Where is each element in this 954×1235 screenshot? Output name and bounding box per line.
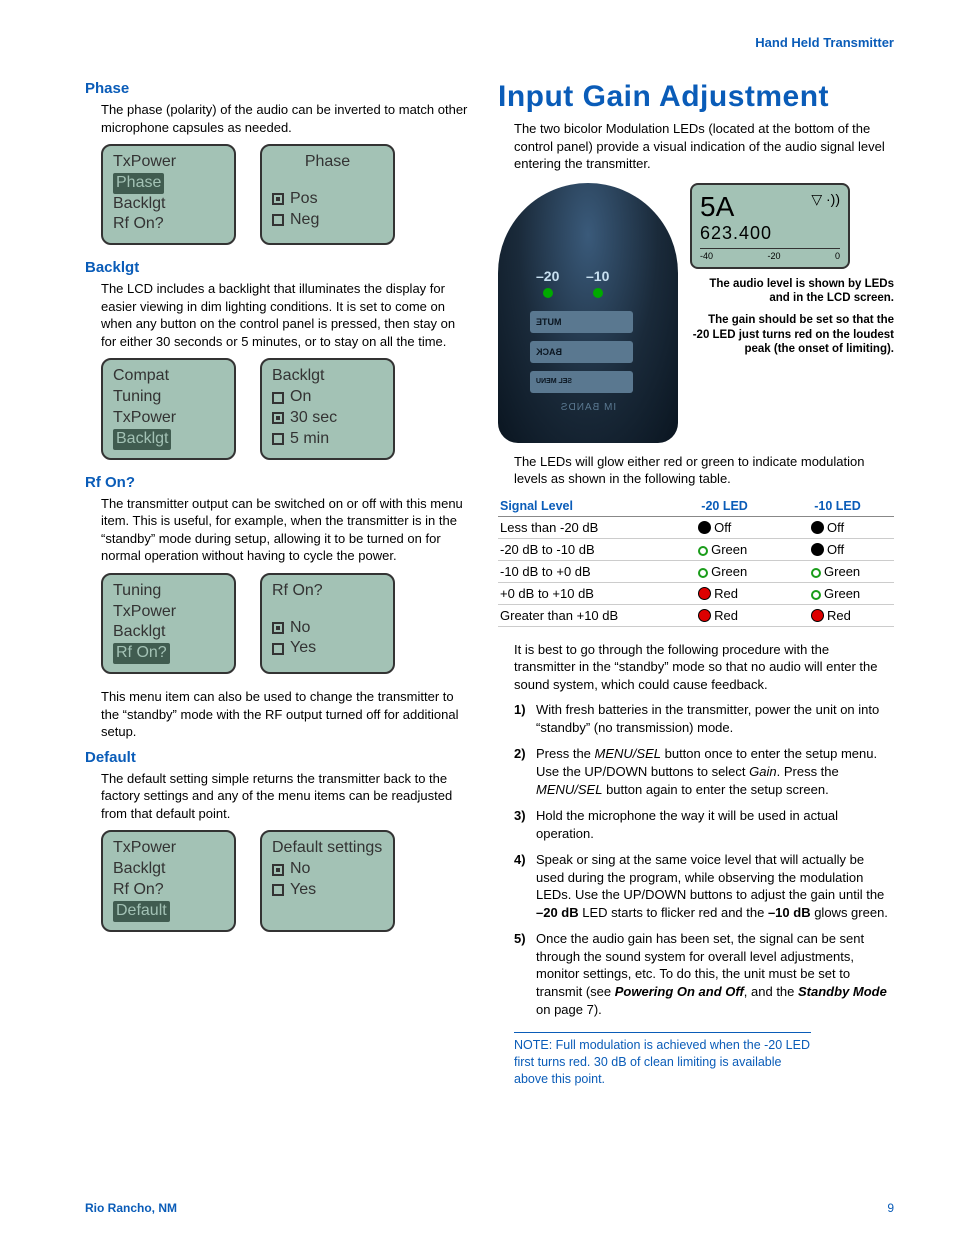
input-gain-heading: Input Gain Adjustment [498,80,894,114]
backlgt-heading: Backlgt [85,259,470,276]
phase-text: The phase (polarity) of the audio can be… [101,101,470,136]
running-header: Hand Held Transmitter [755,35,894,50]
back-button-label: BACK [530,341,633,363]
default-opt-lcd: Default settings No Yes [260,830,395,931]
led-dot-icon [811,543,824,556]
sel-button-label: SEL MENU [530,371,633,393]
caption-1: The audio level is shown by LEDs and in … [690,277,894,306]
th-10led: -10 LED [781,496,894,517]
checkbox-icon [272,864,284,876]
led-dot-icon [698,609,711,622]
phase-opt-lcd: Phase Pos Neg [260,144,395,245]
backlgt-opt-lcd: Backlgt On 30 sec 5 min [260,358,395,459]
procedure-steps: With fresh batteries in the transmitter,… [514,701,894,1018]
checkbox-icon [272,643,284,655]
footer-location: Rio Rancho, NM [85,1201,177,1215]
checkbox-icon [272,884,284,896]
led-dot-icon [698,587,711,600]
footer-page: 9 [887,1201,894,1215]
led-dot-icon [811,521,824,534]
table-intro: The LEDs will glow either red or green t… [514,453,894,488]
table-row: +0 dB to +10 dBRedGreen [498,582,894,604]
group-value: 5A [700,191,734,223]
step-1: With fresh batteries in the transmitter,… [514,701,894,736]
db20-label: –20 [536,268,559,284]
phase-menu-lcd: TxPower Phase Backlgt Rf On? [101,144,236,245]
note-text: NOTE: Full modulation is achieved when t… [514,1032,811,1088]
step-4: Speak or sing at the same voice level th… [514,851,894,921]
checkbox-icon [272,433,284,445]
rfon-text2: This menu item can also be used to chang… [101,688,470,741]
antenna-icon: ▽ ·)) [811,191,840,208]
rfon-lcds: Tuning TxPower Backlgt Rf On? Rf On? No … [101,573,470,674]
caption-2: The gain should be set so that the -20 L… [690,313,894,356]
procedure-intro: It is best to go through the following p… [514,641,894,694]
rfon-opt-lcd: Rf On? No Yes [260,573,395,674]
step-2: Press the MENU/SEL button once to enter … [514,745,894,798]
checkbox-icon [272,193,284,205]
table-row: Greater than +10 dBRedRed [498,604,894,626]
backlgt-text: The LCD includes a backlight that illumi… [101,280,470,350]
default-lcds: TxPower Backlgt Rf On? Default Default s… [101,830,470,931]
led-dot-icon [811,609,824,622]
default-heading: Default [85,749,470,766]
phase-heading: Phase [85,80,470,97]
led-20-icon [543,288,553,298]
rfon-heading: Rf On? [85,474,470,491]
freq-value: 623.400 [700,223,840,244]
th-signal: Signal Level [498,496,668,517]
device-caption-col: 5A ▽ ·)) 623.400 -40 -20 0 The audio lev… [690,183,894,357]
rfon-text: The transmitter output can be switched o… [101,495,470,565]
device-illustration-row: –20 –10 MUTE BACK SEL MENU IM BANDS 5A ▽… [498,183,894,443]
led-dot-icon [698,546,708,556]
phase-lcds: TxPower Phase Backlgt Rf On? Phase Pos N… [101,144,470,245]
table-row: Less than -20 dBOffOff [498,516,894,538]
led-dot-icon [698,568,708,578]
default-text: The default setting simple returns the t… [101,770,470,823]
table-row: -20 dB to -10 dBGreenOff [498,538,894,560]
input-gain-intro: The two bicolor Modulation LEDs (located… [514,120,894,173]
checkbox-icon [272,392,284,404]
right-column: Input Gain Adjustment The two bicolor Mo… [498,80,894,1088]
led-dot-icon [811,568,821,578]
table-row: -10 dB to +0 dBGreenGreen [498,560,894,582]
th-20led: -20 LED [668,496,781,517]
backlgt-lcds: Compat Tuning TxPower Backlgt Backlgt On… [101,358,470,459]
step-5: Once the audio gain has been set, the si… [514,930,894,1018]
left-column: Phase The phase (polarity) of the audio … [85,80,470,1088]
led-dot-icon [698,521,711,534]
mute-button-label: MUTE [530,311,633,333]
signal-level-table: Signal Level -20 LED -10 LED Less than -… [498,496,894,627]
step-3: Hold the microphone the way it will be u… [514,807,894,842]
backlgt-menu-lcd: Compat Tuning TxPower Backlgt [101,358,236,459]
checkbox-icon [272,412,284,424]
lcd-screen: 5A ▽ ·)) 623.400 -40 -20 0 [690,183,850,269]
led-dot-icon [811,590,821,600]
db10-label: –10 [586,268,609,284]
checkbox-icon [272,622,284,634]
footer: Rio Rancho, NM 9 [85,1201,894,1215]
checkbox-icon [272,214,284,226]
led-10-icon [593,288,603,298]
meter-scale: -40 -20 0 [700,248,840,261]
default-menu-lcd: TxPower Backlgt Rf On? Default [101,830,236,931]
rfon-menu-lcd: Tuning TxPower Backlgt Rf On? [101,573,236,674]
brand-label: IM BANDS [498,402,678,413]
transmitter-photo: –20 –10 MUTE BACK SEL MENU IM BANDS [498,183,678,443]
